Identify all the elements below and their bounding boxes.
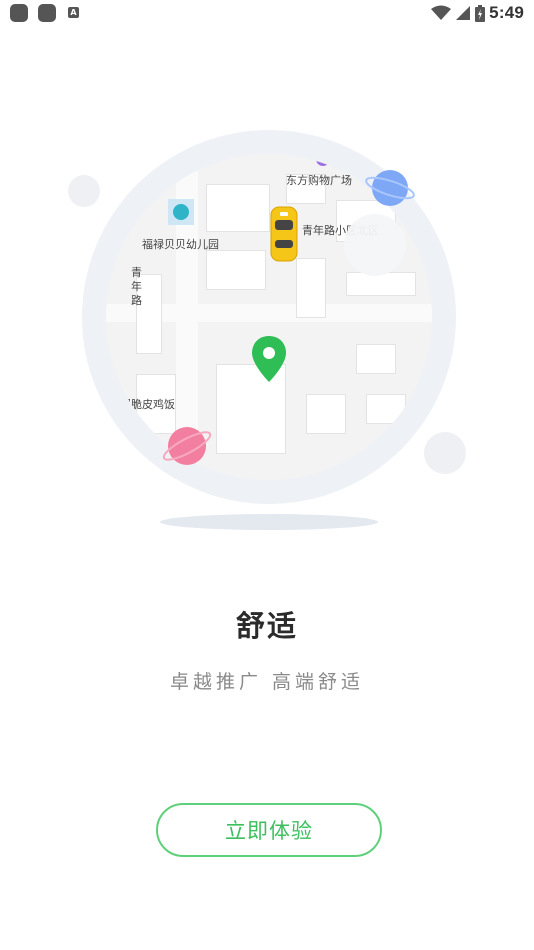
- status-icons: 5:49: [431, 3, 524, 23]
- try-now-button[interactable]: 立即体验: [156, 803, 382, 857]
- pink-planet-icon: [162, 427, 212, 465]
- map-building: [366, 394, 406, 424]
- map-building: [356, 344, 396, 374]
- taxi-icon: [270, 206, 298, 262]
- kindergarten-icon: [173, 204, 189, 220]
- ground-shadow: [160, 514, 378, 530]
- blue-planet-icon: [365, 170, 415, 206]
- page-subtitle: 卓越推广 高端舒适: [169, 671, 365, 693]
- decor-bubble: [424, 432, 466, 474]
- clock-time: 5:49: [489, 3, 524, 22]
- map-building: [296, 258, 326, 318]
- map-bubble: [344, 214, 406, 276]
- cell-signal-icon: [456, 6, 471, 20]
- map-label-restaurant: 锅脆皮鸡饭: [120, 398, 175, 411]
- location-pin-icon: [252, 336, 286, 382]
- map-label-mall: 东方购物广场: [286, 174, 352, 187]
- map-building: [206, 184, 270, 232]
- wifi-icon: [431, 5, 452, 20]
- page-title: 舒适: [235, 609, 298, 643]
- decor-bubble: [68, 175, 100, 207]
- map-building: [306, 394, 346, 434]
- shopping-icon: [316, 156, 330, 166]
- app-icon: [10, 4, 28, 22]
- accessibility-a-icon: A: [68, 7, 79, 18]
- battery-charging-icon: [475, 4, 486, 22]
- status-bar: A 5:49: [0, 0, 534, 28]
- map-building: [346, 272, 416, 296]
- map-label-road: 青年路: [131, 266, 142, 307]
- app-icon: [38, 4, 56, 22]
- map-building: [206, 250, 266, 290]
- map-illustration: 东方购物广场 福禄贝贝幼儿园 青年路小区北区 青年路 锅脆皮鸡饭: [60, 120, 480, 540]
- map-label-kindergarten: 福禄贝贝幼儿园: [142, 238, 219, 251]
